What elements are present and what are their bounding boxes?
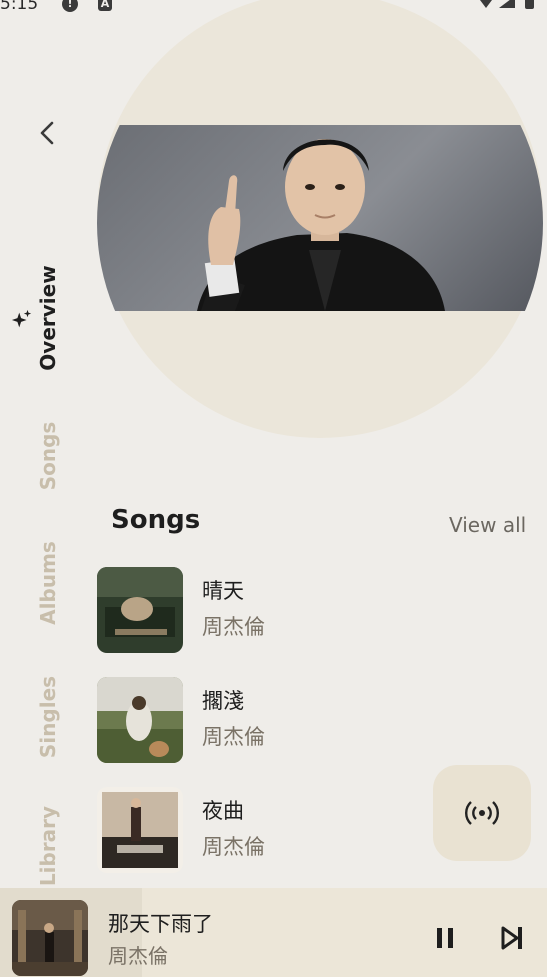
back-button[interactable] (32, 118, 62, 148)
sidebar: Overview Songs Albums Singles Library (0, 0, 96, 890)
song-artist: 周杰倫 (202, 835, 265, 859)
view-all-link[interactable]: View all (449, 513, 526, 537)
tab-overview[interactable]: Overview (36, 265, 60, 370)
tab-albums[interactable]: Albums (36, 541, 60, 625)
pause-icon[interactable] (430, 923, 460, 953)
tab-songs[interactable]: Songs (36, 422, 60, 491)
tab-singles[interactable]: Singles (36, 676, 60, 758)
song-row[interactable]: 夜曲 周杰倫 (97, 787, 417, 873)
song-cover (97, 677, 183, 763)
now-playing-artist: 周杰倫 (108, 944, 168, 968)
song-cover (97, 787, 183, 873)
artist-photo (97, 125, 543, 311)
song-title: 夜曲 (202, 799, 244, 823)
song-row[interactable]: 擱淺 周杰倫 (97, 677, 417, 763)
now-playing-bar[interactable]: 那天下雨了 周杰倫 (0, 888, 547, 977)
song-title: 擱淺 (202, 689, 244, 713)
broadcast-icon (465, 801, 499, 825)
chevron-left-icon (40, 121, 54, 145)
skip-next-icon[interactable] (497, 923, 527, 953)
song-row[interactable]: 晴天 周杰倫 (97, 567, 417, 653)
now-playing-title: 那天下雨了 (108, 912, 213, 936)
song-title: 晴天 (202, 579, 244, 603)
song-artist: 周杰倫 (202, 725, 265, 749)
sparkle-icon (11, 309, 32, 328)
now-playing-cover (12, 900, 88, 976)
keyboard-icon: A (98, 0, 112, 11)
songs-section-title: Songs (111, 505, 201, 535)
song-cover (97, 567, 183, 653)
tab-library[interactable]: Library (36, 806, 60, 886)
status-icons (480, 0, 534, 9)
song-artist: 周杰倫 (202, 615, 265, 639)
cast-button[interactable] (433, 765, 531, 861)
